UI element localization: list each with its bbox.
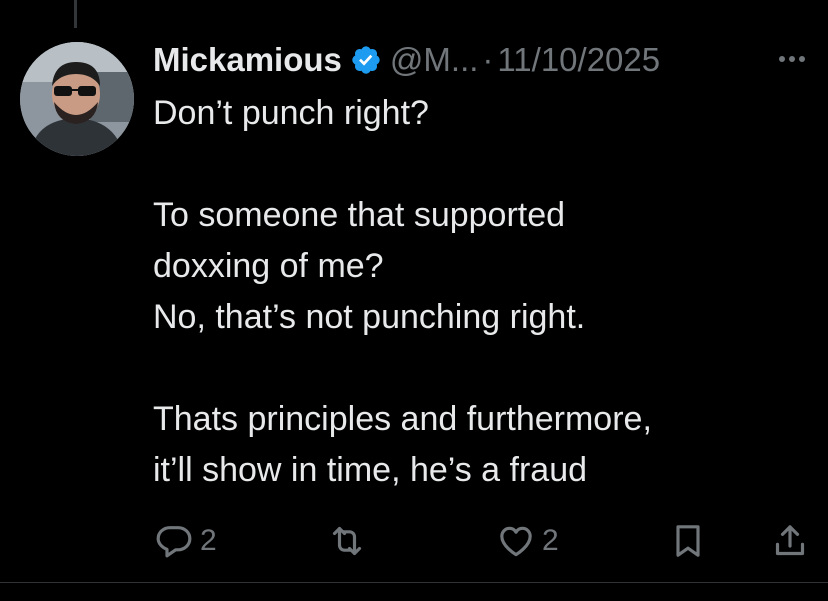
- tweet-header: Mickamious @M... · 11/10/2025: [153, 38, 813, 82]
- reply-count: 2: [200, 524, 217, 557]
- verified-badge-icon: [350, 44, 382, 76]
- tweet-line: it’ll show in time, he’s a fraud: [153, 451, 588, 489]
- tweet-text: Don’t punch right? To someone that suppo…: [153, 88, 813, 496]
- action-bar: 2 2: [0, 521, 828, 561]
- bookmark-icon: [668, 521, 708, 561]
- divider: [0, 582, 828, 583]
- like-button[interactable]: 2: [496, 521, 559, 561]
- avatar[interactable]: [20, 42, 134, 156]
- heart-icon: [496, 521, 536, 561]
- reply-icon: [154, 521, 194, 561]
- like-count: 2: [542, 524, 559, 557]
- tweet-line: Thats principles and furthermore,: [153, 400, 652, 438]
- share-icon: [770, 521, 810, 561]
- thread-connector-line: [74, 0, 77, 28]
- display-name[interactable]: Mickamious: [153, 41, 342, 79]
- avatar-photo: [20, 42, 134, 156]
- share-button[interactable]: [770, 521, 810, 561]
- more-icon[interactable]: [772, 47, 812, 71]
- repost-icon: [327, 521, 367, 561]
- tweet-line: doxxing of me?: [153, 247, 384, 285]
- tweet-line: No, that’s not punching right.: [153, 298, 586, 336]
- user-handle[interactable]: @M...: [390, 41, 479, 79]
- tweet-line: Don’t punch right?: [153, 94, 429, 132]
- reply-button[interactable]: 2: [154, 521, 217, 561]
- repost-button[interactable]: [327, 521, 373, 561]
- tweet-line: To someone that supported: [153, 196, 566, 234]
- tweet: Mickamious @M... · 11/10/2025 Don’t punc…: [153, 38, 813, 496]
- bookmark-button[interactable]: [668, 521, 708, 561]
- tweet-date[interactable]: 11/10/2025: [497, 41, 660, 79]
- separator-dot: ·: [482, 41, 494, 78]
